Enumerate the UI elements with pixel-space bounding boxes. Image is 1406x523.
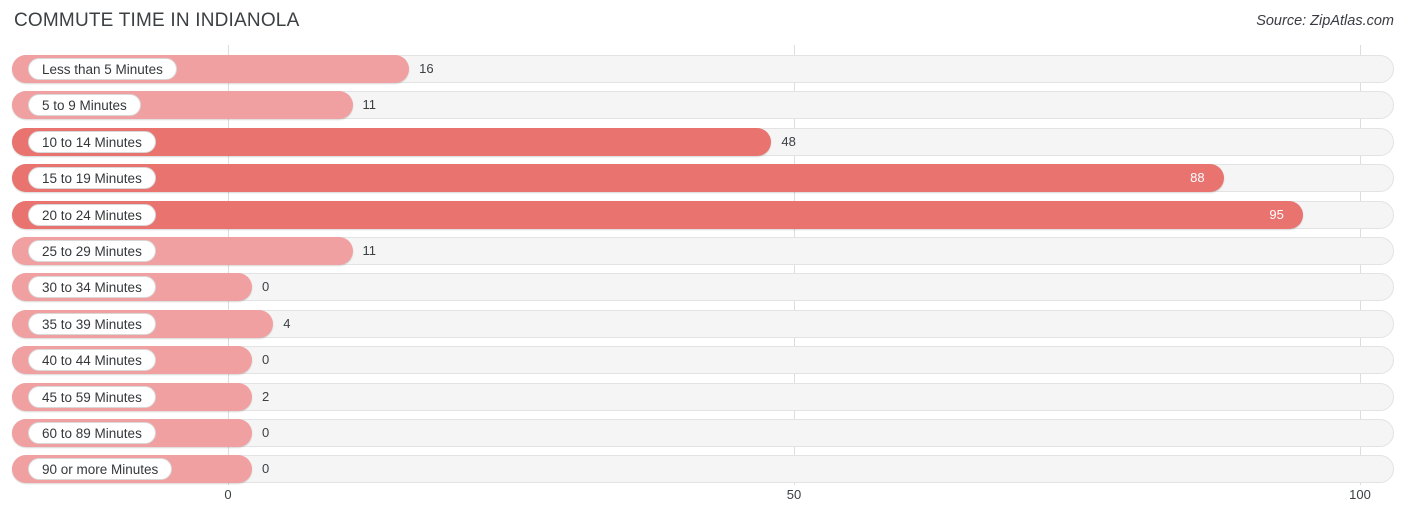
bar-value-label: 0 xyxy=(262,425,270,440)
chart-header: COMMUTE TIME IN INDIANOLA Source: ZipAtl… xyxy=(0,0,1406,45)
bar-category-label: 30 to 34 Minutes xyxy=(28,276,156,299)
bar-row[interactable]: 10 to 14 Minutes 48 xyxy=(12,127,1394,156)
bar-value-label: 2 xyxy=(262,388,270,404)
bar-row[interactable]: 5 to 9 Minutes 11 xyxy=(12,91,1394,120)
bar-rows: Less than 5 Minutes 16 5 to 9 Minutes 11 10 … xyxy=(0,45,1406,485)
page-title: COMMUTE TIME IN INDIANOLA xyxy=(14,10,300,31)
bar[interactable] xyxy=(12,164,1225,193)
x-tick-label: 100 xyxy=(1349,487,1371,502)
x-tick-label: 0 xyxy=(224,487,232,502)
source-attribution: Source: ZipAtlas.com xyxy=(1256,13,1394,29)
x-tick-label: 50 xyxy=(786,487,802,502)
chart-plot-area: Less than 5 Minutes 16 5 to 9 Minutes 11 10 … xyxy=(0,45,1406,485)
bar-row[interactable]: 30 to 34 Minutes 0 xyxy=(12,273,1394,302)
bar-category-label: 20 to 24 Minutes xyxy=(28,203,156,226)
bar-row[interactable]: Less than 5 Minutes 16 xyxy=(12,55,1394,83)
bar-value-label: 0 xyxy=(262,461,270,477)
bar-row[interactable]: 40 to 44 Minutes 0 xyxy=(12,346,1394,375)
x-axis: 0 50 100 xyxy=(0,485,1406,523)
bar-category-label: 15 to 19 Minutes xyxy=(28,167,156,190)
bar-row[interactable]: 90 or more Minutes 0 xyxy=(12,455,1394,484)
bar-row[interactable]: 15 to 19 Minutes 88 xyxy=(12,164,1394,193)
bar-value-label: 16 xyxy=(419,61,434,76)
bar-row[interactable]: 45 to 59 Minutes 2 xyxy=(12,382,1394,411)
bar-row[interactable]: 60 to 89 Minutes 0 xyxy=(12,419,1394,447)
bar[interactable] xyxy=(12,200,1304,229)
bar-category-label: 90 or more Minutes xyxy=(28,458,173,481)
bar-value-label: 88 xyxy=(1190,170,1205,186)
bar-category-label: 10 to 14 Minutes xyxy=(28,130,156,153)
bar-category-label: 35 to 39 Minutes xyxy=(28,312,156,335)
bar-category-label: 45 to 59 Minutes xyxy=(28,385,156,408)
bar-value-label: 95 xyxy=(1269,206,1284,222)
bar-value-label: 11 xyxy=(362,243,377,258)
bar-category-label: 40 to 44 Minutes xyxy=(28,349,156,372)
bar-row[interactable]: 25 to 29 Minutes 11 xyxy=(12,237,1394,265)
bar-value-label: 0 xyxy=(262,352,270,368)
bar-category-label: 60 to 89 Minutes xyxy=(28,422,156,444)
bar-value-label: 0 xyxy=(262,279,270,295)
bar-category-label: 5 to 9 Minutes xyxy=(28,94,141,117)
bar-value-label: 48 xyxy=(781,133,796,149)
bar-category-label: 25 to 29 Minutes xyxy=(28,240,156,262)
bar-row[interactable]: 35 to 39 Minutes 4 xyxy=(12,309,1394,338)
bar-row[interactable]: 20 to 24 Minutes 95 xyxy=(12,200,1394,229)
bar-value-label: 4 xyxy=(283,315,291,331)
bar-value-label: 11 xyxy=(362,97,377,113)
bar-category-label: Less than 5 Minutes xyxy=(28,58,177,80)
